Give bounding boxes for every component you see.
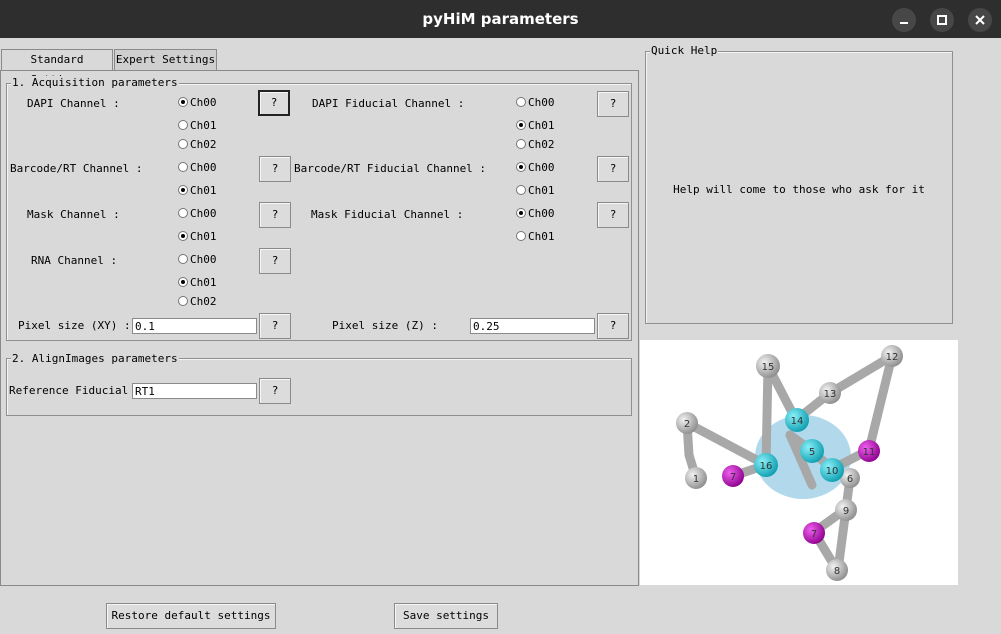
rna-radio-ch02[interactable]: Ch02 <box>178 295 217 309</box>
tab-expert-settings[interactable]: Expert Settings <box>114 49 217 70</box>
pixel-size-z-help-button[interactable]: ? <box>597 313 629 339</box>
window-title: pyHiM parameters <box>422 10 579 28</box>
reference-fiducial-label: Reference Fiducial : <box>9 384 142 397</box>
radio-dot <box>178 208 188 218</box>
radio-dot <box>178 254 188 264</box>
radio-dot <box>516 139 526 149</box>
maximize-icon <box>937 15 947 25</box>
radio-dot <box>178 120 188 130</box>
svg-text:15: 15 <box>762 362 775 373</box>
radio-dot <box>178 162 188 172</box>
svg-text:14: 14 <box>791 416 804 427</box>
radio-dot <box>516 97 526 107</box>
maximize-button[interactable] <box>930 8 954 32</box>
radio-dot <box>516 120 526 130</box>
svg-text:13: 13 <box>824 389 837 400</box>
radio-dot <box>178 185 188 195</box>
dapi-help-button[interactable]: ? <box>258 90 290 116</box>
save-settings-button[interactable]: Save settings <box>394 603 498 629</box>
svg-text:6: 6 <box>847 474 853 485</box>
barcode-fiducial-label: Barcode/RT Fiducial Channel : <box>294 162 487 175</box>
mask-help-button[interactable]: ? <box>259 202 291 228</box>
mask-fiducial-label: Mask Fiducial Channel : <box>311 208 464 221</box>
barcode-fiducial-radio-ch01[interactable]: Ch01 <box>516 184 555 198</box>
radio-dot <box>178 97 188 107</box>
svg-text:11: 11 <box>863 447 876 458</box>
svg-text:7: 7 <box>811 529 817 540</box>
svg-text:12: 12 <box>886 352 899 363</box>
minimize-button[interactable] <box>892 8 916 32</box>
quick-help-text: Help will come to those who ask for it <box>673 183 925 196</box>
radio-dot <box>178 139 188 149</box>
barcode-fiducial-help-button[interactable]: ? <box>597 156 629 182</box>
dapi-fiducial-radio-ch02[interactable]: Ch02 <box>516 138 555 152</box>
dapi-fiducial-label: DAPI Fiducial Channel : <box>312 97 465 110</box>
rna-radio-ch00[interactable]: Ch00 <box>178 253 217 267</box>
radio-dot <box>178 231 188 241</box>
dapi-fiducial-radio-ch01[interactable]: Ch01 <box>516 119 555 133</box>
quick-help-legend: Quick Help <box>650 44 719 57</box>
radio-dot <box>516 231 526 241</box>
svg-text:2: 2 <box>684 419 690 430</box>
dapi-fiducial-help-button[interactable]: ? <box>597 91 629 117</box>
dapi-fiducial-radio-ch00[interactable]: Ch00 <box>516 96 555 110</box>
dapi-channel-label: DAPI Channel : <box>27 97 120 110</box>
radio-dot <box>516 208 526 218</box>
title-bar: pyHiM parameters <box>0 0 1001 38</box>
radio-dot <box>516 162 526 172</box>
minimize-icon <box>900 22 908 24</box>
reference-fiducial-help-button[interactable]: ? <box>259 378 291 404</box>
pixel-size-xy-input[interactable]: 0.1 <box>132 318 257 334</box>
svg-text:10: 10 <box>826 466 839 477</box>
mask-fiducial-radio-ch00[interactable]: Ch00 <box>516 207 555 221</box>
barcode-channel-label: Barcode/RT Channel : <box>10 162 143 175</box>
pixel-size-xy-label: Pixel size (XY) : <box>18 319 131 332</box>
svg-text:7: 7 <box>730 472 736 483</box>
pixel-size-xy-help-button[interactable]: ? <box>259 313 291 339</box>
svg-text:5: 5 <box>809 447 815 458</box>
dapi-radio-ch02[interactable]: Ch02 <box>178 138 217 152</box>
dapi-radio-ch00[interactable]: Ch00 <box>178 96 217 110</box>
svg-text:16: 16 <box>760 461 773 472</box>
molecule-image: 1 2 15 13 12 6 9 8 7 11 7 14 5 10 16 <box>640 340 958 585</box>
rna-radio-ch01[interactable]: Ch01 <box>178 276 217 290</box>
barcode-help-button[interactable]: ? <box>259 156 291 182</box>
molecule-graphic: 1 2 15 13 12 6 9 8 7 11 7 14 5 10 16 <box>676 345 903 581</box>
acquisition-legend: 1. Acquisition parameters <box>11 76 179 89</box>
svg-text:8: 8 <box>834 566 840 577</box>
radio-dot <box>178 296 188 306</box>
align-images-legend: 2. AlignImages parameters <box>11 352 179 365</box>
barcode-radio-ch01[interactable]: Ch01 <box>178 184 217 198</box>
pixel-size-z-label: Pixel size (Z) : <box>332 319 438 332</box>
pixel-size-z-input[interactable]: 0.25 <box>470 318 595 334</box>
radio-dot <box>178 277 188 287</box>
close-button[interactable] <box>968 8 992 32</box>
mask-radio-ch00[interactable]: Ch00 <box>178 207 217 221</box>
mask-channel-label: Mask Channel : <box>27 208 120 221</box>
restore-defaults-button[interactable]: Restore default settings <box>106 603 276 629</box>
radio-dot <box>516 185 526 195</box>
close-icon <box>975 15 985 25</box>
tab-standard-settings[interactable]: Standard Settings <box>1 49 113 86</box>
mask-radio-ch01[interactable]: Ch01 <box>178 230 217 244</box>
reference-fiducial-input[interactable]: RT1 <box>132 383 257 399</box>
barcode-radio-ch00[interactable]: Ch00 <box>178 161 217 175</box>
svg-text:9: 9 <box>843 506 849 517</box>
rna-channel-label: RNA Channel : <box>31 254 118 267</box>
rna-help-button[interactable]: ? <box>259 248 291 274</box>
svg-text:1: 1 <box>693 474 699 485</box>
dapi-radio-ch01[interactable]: Ch01 <box>178 119 217 133</box>
barcode-fiducial-radio-ch00[interactable]: Ch00 <box>516 161 555 175</box>
mask-fiducial-radio-ch01[interactable]: Ch01 <box>516 230 555 244</box>
mask-fiducial-help-button[interactable]: ? <box>597 202 629 228</box>
